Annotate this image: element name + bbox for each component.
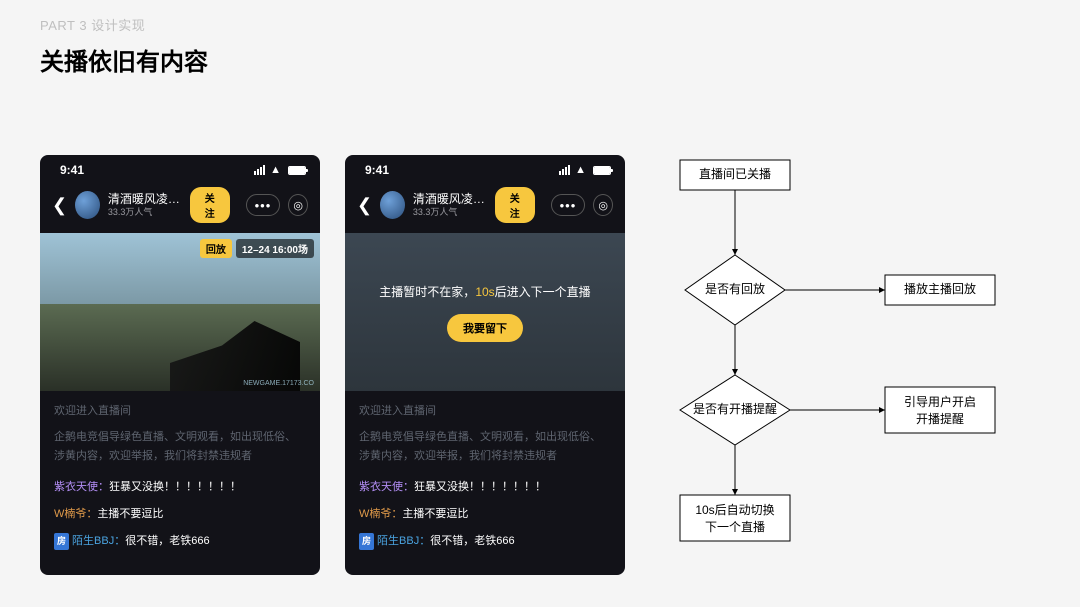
battery-icon — [288, 166, 306, 175]
countdown-value: 10s — [475, 285, 494, 299]
chat-line: 房陌生BBJ：很不错，老铁666 — [54, 531, 306, 552]
video-area-replay[interactable]: 回放 12–24 16:00场 NEWGAME.17173.CO — [40, 233, 320, 391]
time-slot-badge: 12–24 16:00场 — [236, 239, 314, 258]
status-time: 9:41 — [365, 163, 389, 177]
flow-node-replay: 播放主播回放 — [904, 281, 976, 296]
chat-welcome: 欢迎进入直播间 — [359, 401, 611, 422]
chat-user: 陌生BBJ： — [377, 535, 430, 547]
chat-line: W楠爷：主播不要逗比 — [54, 504, 306, 525]
chat-user: W楠爷： — [54, 508, 97, 520]
wifi-icon: ▲ — [270, 164, 281, 176]
target-icon[interactable]: ◎ — [288, 194, 308, 216]
streamer-name: 清酒暖风凌… — [413, 192, 485, 206]
chat-line: 紫衣天使：狂暴又没换！！！！！！！ — [359, 477, 611, 498]
page-title: 关播依旧有内容 — [40, 42, 1040, 77]
chat-msg: 狂暴又没换！！！！！！！ — [414, 481, 546, 493]
target-icon[interactable]: ◎ — [593, 194, 613, 216]
level-badge: 房 — [54, 533, 69, 550]
chat-msg: 狂暴又没换！！！！！！！ — [109, 481, 241, 493]
replay-badge: 回放 — [200, 239, 232, 258]
flowchart: 直播间已关播 是否有回放 播放主播回放 是否有开播提醒 引导用户开启 开播提醒 … — [650, 155, 1050, 585]
chat-line: 紫衣天使：狂暴又没换！！！！！！！ — [54, 477, 306, 498]
wifi-icon: ▲ — [575, 164, 586, 176]
level-badge: 房 — [359, 533, 374, 550]
phone-mock-replay: 9:41 ▲ ❮ 清酒暖风凌… 33.3万人气 关注 ••• ◎ — [40, 155, 320, 575]
avatar[interactable] — [75, 191, 100, 219]
phone-mock-offline: 9:41 ▲ ❮ 清酒暖风凌… 33.3万人气 关注 ••• ◎ 主播暂 — [345, 155, 625, 575]
chat-welcome: 欢迎进入直播间 — [54, 401, 306, 422]
avatar[interactable] — [380, 191, 405, 219]
chat-rules: 企鹅电竞倡导绿色直播、文明观看，如出现低俗、涉黄内容，欢迎举报，我们将封禁违规者 — [54, 428, 306, 465]
video-area-offline: 主播暂时不在家，10s后进入下一个直播 我要留下 — [345, 233, 625, 391]
flow-decision-replay: 是否有回放 — [705, 281, 765, 296]
stay-button[interactable]: 我要留下 — [447, 314, 523, 342]
status-bar: 9:41 ▲ — [40, 155, 320, 181]
follow-button[interactable]: 关注 — [190, 187, 230, 223]
more-icon[interactable]: ••• — [246, 194, 281, 216]
chat-msg: 主播不要逗比 — [97, 508, 163, 520]
status-indicators: ▲ — [559, 164, 611, 176]
streamer-name: 清酒暖风凌… — [108, 192, 180, 206]
flow-node-guide-b: 开播提醒 — [916, 411, 964, 426]
flow-node-guide-a: 引导用户开启 — [904, 394, 976, 409]
chat-area: 欢迎进入直播间 企鹅电竞倡导绿色直播、文明观看，如出现低俗、涉黄内容，欢迎举报，… — [40, 391, 320, 575]
app-header: ❮ 清酒暖风凌… 33.3万人气 关注 ••• ◎ — [40, 181, 320, 233]
chat-msg: 很不错，老铁666 — [125, 535, 209, 547]
offline-message: 主播暂时不在家，10s后进入下一个直播 — [379, 283, 590, 300]
chat-user: 陌生BBJ： — [72, 535, 125, 547]
chat-msg: 主播不要逗比 — [402, 508, 468, 520]
flow-decision-notify: 是否有开播提醒 — [693, 401, 777, 416]
flow-node-switch-b: 下一个直播 — [705, 520, 765, 534]
chat-rules: 企鹅电竞倡导绿色直播、文明观看，如出现低俗、涉黄内容，欢迎举报，我们将封禁违规者 — [359, 428, 611, 465]
status-indicators: ▲ — [254, 164, 306, 176]
flow-node-start: 直播间已关播 — [699, 167, 771, 181]
app-header: ❮ 清酒暖风凌… 33.3万人气 关注 ••• ◎ — [345, 181, 625, 233]
signal-icon — [559, 165, 570, 175]
streamer-popularity: 33.3万人气 — [413, 207, 485, 218]
page-kicker: PART 3 设计实现 — [40, 15, 1040, 34]
back-icon[interactable]: ❮ — [357, 195, 372, 216]
chat-line: 房陌生BBJ：很不错，老铁666 — [359, 531, 611, 552]
battery-icon — [593, 166, 611, 175]
more-icon[interactable]: ••• — [551, 194, 586, 216]
status-bar: 9:41 ▲ — [345, 155, 625, 181]
follow-button[interactable]: 关注 — [495, 187, 535, 223]
status-time: 9:41 — [60, 163, 84, 177]
watermark-label: NEWGAME.17173.CO — [243, 380, 314, 387]
chat-user: W楠爷： — [359, 508, 402, 520]
flow-node-switch-a: 10s后自动切换 — [695, 503, 774, 517]
back-icon[interactable]: ❮ — [52, 195, 67, 216]
chat-line: W楠爷：主播不要逗比 — [359, 504, 611, 525]
chat-user: 紫衣天使： — [359, 481, 414, 493]
streamer-popularity: 33.3万人气 — [108, 207, 180, 218]
chat-msg: 很不错，老铁666 — [430, 535, 514, 547]
signal-icon — [254, 165, 265, 175]
chat-area: 欢迎进入直播间 企鹅电竞倡导绿色直播、文明观看，如出现低俗、涉黄内容，欢迎举报，… — [345, 391, 625, 575]
chat-user: 紫衣天使： — [54, 481, 109, 493]
